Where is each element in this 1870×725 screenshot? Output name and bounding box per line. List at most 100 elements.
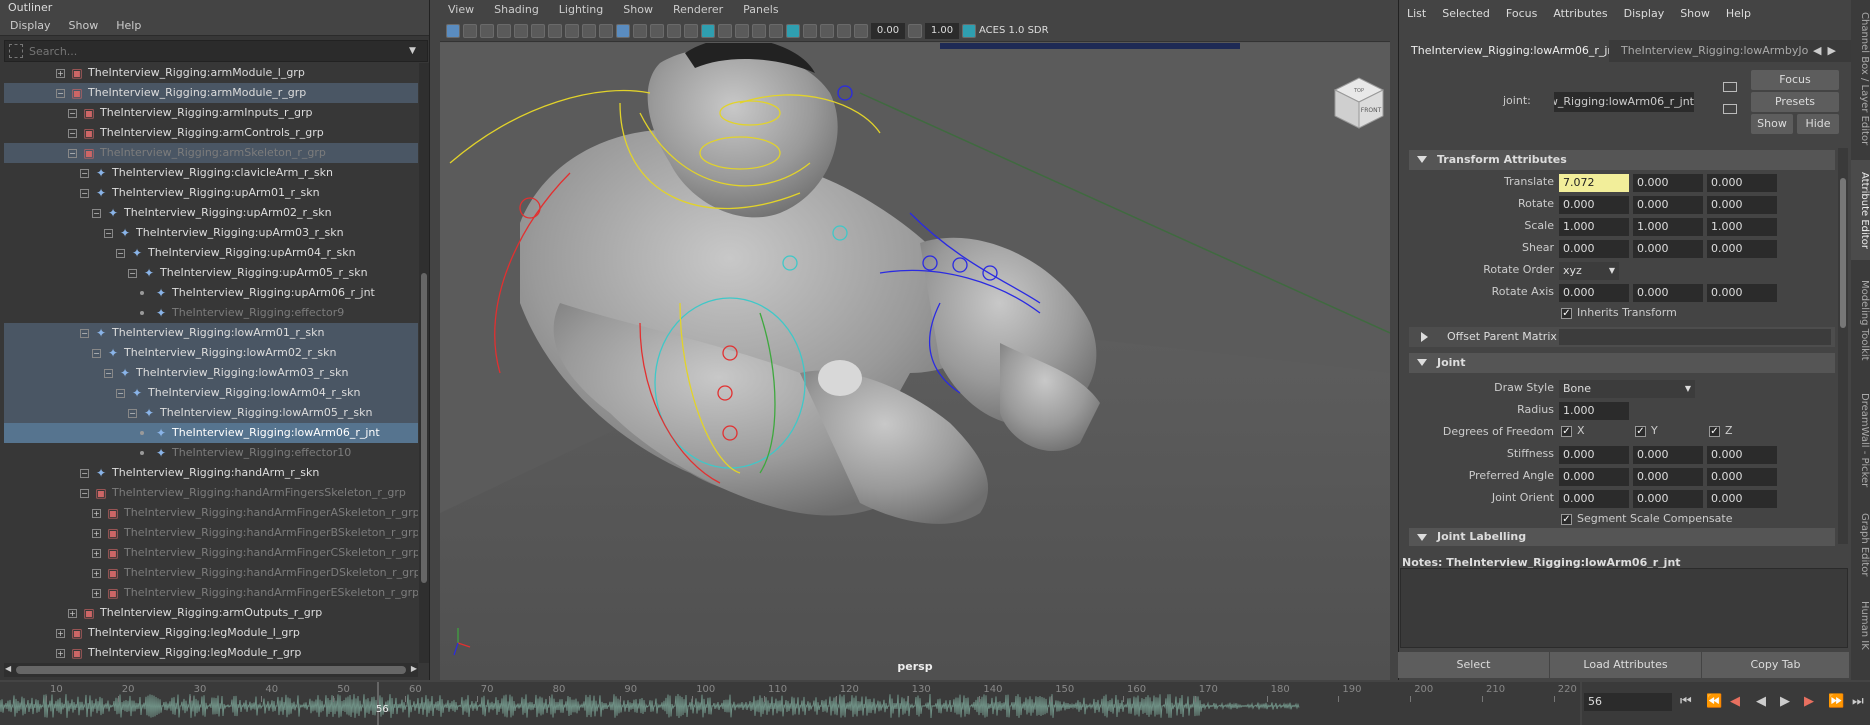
side-tab-dreamwall-picker[interactable]: DreamWall - Picker: [1851, 380, 1870, 500]
outliner-row[interactable]: − ✦ TheInterview_Rigging:lowArm03_r_skn: [4, 363, 418, 383]
outliner-row[interactable]: + ▣ TheInterview_Rigging:handArmFingerDSke…: [4, 563, 418, 583]
outliner-row[interactable]: − ✦ TheInterview_Rigging:upArm01_r_skn: [4, 183, 418, 203]
timeline[interactable]: 10 20 30 40 50 60 70 80 90 100 110 120 130 140 150 160 1…: [0, 682, 1580, 725]
step-forward-key-icon[interactable]: ▶: [1804, 695, 1814, 709]
default-material-icon[interactable]: [667, 23, 681, 38]
expand-toggle-icon[interactable]: −: [128, 409, 137, 418]
outliner-row[interactable]: − ▣ TheInterview_Rigging:armControls_r_grp: [4, 123, 418, 143]
outliner-row[interactable]: + ▣ TheInterview_Rigging:legModule_l_grp: [4, 623, 418, 643]
rotate-order-dropdown[interactable]: xyz ▼: [1559, 262, 1619, 280]
show-button[interactable]: Show: [1751, 114, 1793, 134]
field-chart-icon[interactable]: [582, 23, 596, 38]
shadows-icon[interactable]: [735, 23, 749, 38]
outliner-row[interactable]: + ▣ TheInterview_Rigging:handArmFingerASke…: [4, 503, 418, 523]
expand-toggle-icon[interactable]: +: [56, 649, 65, 658]
expand-toggle-icon[interactable]: +: [92, 589, 101, 598]
side-tab-attribute-editor[interactable]: Attribute Editor: [1851, 160, 1870, 260]
outliner-row[interactable]: − ✦ TheInterview_Rigging:handArm_r_skn: [4, 463, 418, 483]
shear-x-field[interactable]: 0.000: [1559, 240, 1629, 258]
outliner-row[interactable]: ✦ TheInterview_Rigging:upArm06_r_jnt: [4, 283, 418, 303]
grid-icon[interactable]: [9, 44, 23, 58]
expand-toggle-icon[interactable]: −: [116, 389, 125, 398]
outliner-row[interactable]: ✦ TheInterview_Rigging:lowArm06_r_jnt: [4, 423, 418, 443]
scroll-left-icon[interactable]: ◀: [5, 664, 11, 673]
tab-lowarmbyjoint[interactable]: TheInterview_Rigging:lowArmbyJoint: [1609, 40, 1809, 62]
outliner-row[interactable]: − ✦ TheInterview_Rigging:lowArm01_r_skn: [4, 323, 418, 343]
expand-toggle-icon[interactable]: −: [104, 369, 113, 378]
outliner-menu-display[interactable]: Display: [10, 16, 51, 35]
expand-toggle-icon[interactable]: −: [80, 329, 89, 338]
play-forward-icon[interactable]: ▶: [1780, 695, 1790, 709]
preferred-angle-x-field[interactable]: 0.000: [1559, 468, 1629, 486]
camera-attributes-icon[interactable]: [463, 23, 477, 38]
translate-y-field[interactable]: 0.000: [1633, 174, 1703, 192]
stiffness-y-field[interactable]: 0.000: [1633, 446, 1703, 464]
expand-toggle-icon[interactable]: −: [128, 269, 137, 278]
expand-toggle-icon[interactable]: +: [92, 569, 101, 578]
use-all-lights-icon[interactable]: [718, 23, 732, 38]
outliner-row[interactable]: + ▣ TheInterview_Rigging:armModule_l_grp: [4, 63, 418, 83]
viewport-menu-lighting[interactable]: Lighting: [559, 0, 603, 20]
textured-icon[interactable]: [701, 23, 715, 38]
step-back-key-icon[interactable]: ◀: [1730, 695, 1740, 709]
inherits-transform-checkbox[interactable]: ✓: [1561, 308, 1572, 319]
expand-toggle-icon[interactable]: +: [92, 509, 101, 518]
joint-orient-y-field[interactable]: 0.000: [1633, 490, 1703, 508]
translate-z-field[interactable]: 0.000: [1707, 174, 1777, 192]
ae-menu-show[interactable]: Show: [1680, 0, 1710, 28]
section-transform-attributes[interactable]: Transform Attributes: [1409, 150, 1835, 170]
load-attributes-button[interactable]: Load Attributes: [1550, 652, 1702, 678]
color-management-icon[interactable]: [962, 23, 976, 38]
tab-lowarm06-jnt[interactable]: TheInterview_Rigging:lowArm06_r_jnt: [1399, 40, 1609, 62]
expand-toggle-icon[interactable]: −: [92, 349, 101, 358]
xray-active-icon[interactable]: [837, 23, 851, 38]
ae-menu-list[interactable]: List: [1407, 0, 1426, 28]
viewport-menu-renderer[interactable]: Renderer: [673, 0, 723, 20]
lock-camera-icon[interactable]: [514, 23, 528, 38]
expand-toggle-icon[interactable]: −: [68, 149, 77, 158]
safe-action-icon[interactable]: [599, 23, 613, 38]
joint-orient-z-field[interactable]: 0.000: [1707, 490, 1777, 508]
expand-toggle-icon[interactable]: +: [92, 549, 101, 558]
stiffness-z-field[interactable]: 0.000: [1707, 446, 1777, 464]
outliner-row[interactable]: − ✦ TheInterview_Rigging:upArm02_r_skn: [4, 203, 418, 223]
go-to-end-icon[interactable]: ⏭: [1852, 695, 1864, 709]
section-joint-labelling[interactable]: Joint Labelling: [1409, 528, 1835, 546]
node-name-field[interactable]: iew_Rigging:lowArm06_r_jnt: [1554, 92, 1694, 112]
expand-toggle-icon[interactable]: −: [80, 469, 89, 478]
scale-z-field[interactable]: 1.000: [1707, 218, 1777, 236]
outliner-row[interactable]: + ▣ TheInterview_Rigging:legModule_r_grp: [4, 643, 418, 663]
step-back-icon[interactable]: ⏪: [1706, 695, 1722, 709]
smooth-shade-icon[interactable]: [650, 23, 664, 38]
joint-orient-x-field[interactable]: 0.000: [1559, 490, 1629, 508]
expand-toggle-icon[interactable]: −: [56, 89, 65, 98]
outliner-row[interactable]: + ▣ TheInterview_Rigging:handArmFingerBSke…: [4, 523, 418, 543]
outliner-row[interactable]: − ✦ TheInterview_Rigging:lowArm05_r_skn: [4, 403, 418, 423]
scroll-right-icon[interactable]: ▶: [411, 664, 417, 673]
viewport-menu-view[interactable]: View: [448, 0, 474, 20]
outliner-vertical-scrollbar[interactable]: [419, 63, 429, 663]
viewport-menu-show[interactable]: Show: [623, 0, 653, 20]
expand-toggle-icon[interactable]: −: [68, 109, 77, 118]
wireframe-on-shaded-icon[interactable]: [684, 23, 698, 38]
viewport-menu-panels[interactable]: Panels: [743, 0, 778, 20]
outliner-row[interactable]: ✦ TheInterview_Rigging:effector9: [4, 303, 418, 323]
ae-menu-display[interactable]: Display: [1624, 0, 1665, 28]
go-to-start-icon[interactable]: ⏮: [1680, 695, 1692, 709]
focus-input-icon[interactable]: [1723, 82, 1737, 92]
ae-menu-selected[interactable]: Selected: [1442, 0, 1490, 28]
xray-icon[interactable]: [803, 23, 817, 38]
shear-y-field[interactable]: 0.000: [1633, 240, 1703, 258]
section-offset-parent-matrix[interactable]: Offset Parent Matrix: [1409, 327, 1835, 347]
outliner-row[interactable]: + ▣ TheInterview_Rigging:handArmFingerESke…: [4, 583, 418, 603]
scale-y-field[interactable]: 1.000: [1633, 218, 1703, 236]
side-tab-human-ik[interactable]: Human IK: [1851, 590, 1870, 660]
scale-x-field[interactable]: 1.000: [1559, 218, 1629, 236]
gate-mask-icon[interactable]: [565, 23, 579, 38]
rotate-x-field[interactable]: 0.000: [1559, 196, 1629, 214]
focus-button[interactable]: Focus: [1751, 70, 1839, 90]
shear-z-field[interactable]: 0.000: [1707, 240, 1777, 258]
side-tab-graph-editor[interactable]: Graph Editor: [1851, 505, 1870, 585]
attribute-editor-scrollbar[interactable]: [1838, 148, 1848, 544]
current-frame-field[interactable]: 56: [1584, 693, 1672, 711]
